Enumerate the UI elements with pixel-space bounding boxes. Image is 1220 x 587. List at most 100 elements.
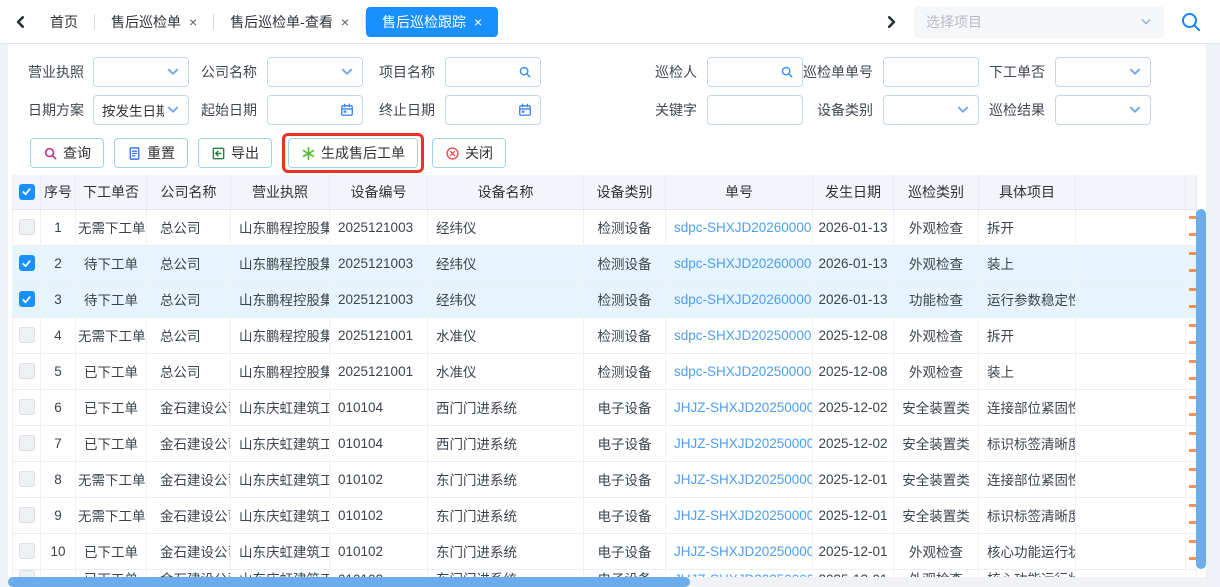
- cell-order-no[interactable]: sdpc-SHXJD20250000003: [666, 353, 813, 389]
- export-button[interactable]: 导出: [198, 138, 272, 168]
- cell-item: 核心功能运行状态: [979, 533, 1076, 569]
- filter-row: 日期方案按发生日期起始日期终止日期关键字设备类别巡检结果: [28, 95, 1206, 125]
- cell-device-category: 电子设备: [584, 497, 666, 533]
- cell-blank: [1076, 317, 1186, 353]
- row-checkbox[interactable]: [19, 291, 35, 307]
- row-checkbox[interactable]: [19, 507, 35, 523]
- start-date-input[interactable]: [267, 95, 363, 125]
- search-icon[interactable]: [518, 65, 532, 79]
- table-row[interactable]: 7已下工单金石建设公司山东庆虹建筑工程有010104西门门进系统电子设备JHJZ…: [13, 425, 1197, 461]
- cell-order-no[interactable]: JHJZ-SHXJD20250000003: [666, 425, 813, 461]
- company-name-select[interactable]: [267, 57, 363, 87]
- cell-order-no[interactable]: JHJZ-SHXJD20250000002: [666, 461, 813, 497]
- table-row[interactable]: 2待下工单总公司山东鹏程控股集团有2025121003经纬仪检测设备sdpc-S…: [13, 245, 1197, 281]
- tab-close-icon[interactable]: ×: [189, 15, 197, 29]
- keyword-label: 关键字: [541, 100, 707, 120]
- cell-device-category: 检测设备: [584, 209, 666, 245]
- filter-group-keyword: 关键字: [541, 95, 803, 125]
- tab-after-sales-inspection-order[interactable]: 售后巡检单×: [95, 7, 213, 37]
- chevron-down-icon: [1128, 103, 1142, 117]
- tab-after-sales-inspection-tracking[interactable]: 售后巡检跟踪×: [366, 7, 498, 37]
- reset-button[interactable]: 重置: [114, 138, 188, 168]
- table-row[interactable]: 4无需下工单总公司山东鹏程控股集团有2025121001水准仪检测设备sdpc-…: [13, 317, 1197, 353]
- table-row[interactable]: 6已下工单金石建设公司山东庆虹建筑工程有010104西门门进系统电子设备JHJZ…: [13, 389, 1197, 425]
- cell-order-no[interactable]: JHJZ-SHXJD20250000002: [666, 497, 813, 533]
- cell-device-category: 电子设备: [584, 389, 666, 425]
- row-checkbox-cell: [13, 281, 41, 317]
- project-name-input[interactable]: [445, 57, 541, 87]
- chevron-right-icon[interactable]: [878, 9, 904, 35]
- work-order-flag-label: 下工单否: [979, 62, 1055, 82]
- business-license-label: 营业执照: [28, 62, 93, 82]
- query-button[interactable]: 查询: [30, 138, 104, 168]
- vertical-scrollbar[interactable]: [1196, 209, 1206, 569]
- cell-order-no[interactable]: sdpc-SHXJD20260000001: [666, 245, 813, 281]
- cell-order-no[interactable]: JHJZ-SHXJD20250000003: [666, 389, 813, 425]
- device-category-select[interactable]: [883, 95, 979, 125]
- end-date-input[interactable]: [445, 95, 541, 125]
- cell-device-category: 检测设备: [584, 353, 666, 389]
- close-button[interactable]: 关闭: [432, 138, 506, 168]
- select-all-checkbox[interactable]: [19, 184, 35, 200]
- calendar-icon[interactable]: [340, 103, 354, 117]
- cell-date: 2025-12-08: [813, 353, 894, 389]
- inspection-result-select[interactable]: [1055, 95, 1151, 125]
- clipped-orange-text-fragment: [1189, 540, 1196, 560]
- keyword-input[interactable]: [707, 95, 803, 125]
- row-checkbox[interactable]: [19, 435, 35, 451]
- cell-date: 2025-12-08: [813, 317, 894, 353]
- cell-date: 2025-12-01: [813, 533, 894, 569]
- horizontal-scrollbar-track[interactable]: [8, 577, 1206, 587]
- table-row[interactable]: 1无需下工单总公司山东鹏程控股集团有2025121003经纬仪检测设备sdpc-…: [13, 209, 1197, 245]
- cell-company: 金石建设公司: [147, 461, 231, 497]
- row-checkbox[interactable]: [19, 219, 35, 235]
- tab-close-icon[interactable]: ×: [341, 15, 349, 29]
- tab-after-sales-inspection-order-view[interactable]: 售后巡检单-查看×: [214, 7, 365, 37]
- chevron-down-icon: [166, 103, 180, 117]
- inspection-order-no-input[interactable]: [883, 57, 979, 87]
- cell-device-category: 检测设备: [584, 281, 666, 317]
- column-header-device-name: 设备名称: [428, 175, 584, 209]
- search-icon[interactable]: [780, 65, 794, 79]
- cell-company: 金石建设公司: [147, 389, 231, 425]
- tab-close-icon[interactable]: ×: [474, 15, 482, 29]
- chevron-left-icon[interactable]: [8, 9, 34, 35]
- table-row[interactable]: 9无需下工单金石建设公司山东庆虹建筑工程有010102东门门进系统电子设备JHJ…: [13, 497, 1197, 533]
- inspector-input[interactable]: [707, 57, 803, 87]
- cell-clipped-result: [1186, 245, 1197, 281]
- row-checkbox[interactable]: [19, 471, 35, 487]
- row-checkbox[interactable]: [19, 255, 35, 271]
- table-header-row: 序号下工单否公司名称营业执照设备编号设备名称设备类别单号发生日期巡检类别具体项目: [13, 175, 1197, 209]
- work-order-flag-select[interactable]: [1055, 57, 1151, 87]
- cell-order-no[interactable]: sdpc-SHXJD20260000001: [666, 281, 813, 317]
- table-row[interactable]: 10已下工单金石建设公司山东庆虹建筑工程有010102东门门进系统电子设备JHJ…: [13, 533, 1197, 569]
- generate-after-sales-order-button[interactable]: 生成售后工单: [288, 138, 418, 168]
- filter-group-inspection-order-no: 巡检单单号: [803, 57, 979, 87]
- cell-company: 金石建设公司: [147, 533, 231, 569]
- table-row[interactable]: 3待下工单总公司山东鹏程控股集团有2025121003经纬仪检测设备sdpc-S…: [13, 281, 1197, 317]
- row-checkbox[interactable]: [19, 327, 35, 343]
- cell-order-no[interactable]: JHJZ-SHXJD20250000002: [666, 533, 813, 569]
- cell-work-order-flag: 无需下工单: [76, 497, 147, 533]
- horizontal-scrollbar-thumb[interactable]: [8, 577, 690, 587]
- filter-group-business-license: 营业执照: [28, 57, 189, 87]
- table-row[interactable]: 8无需下工单金石建设公司山东庆虹建筑工程有010102东门门进系统电子设备JHJ…: [13, 461, 1197, 497]
- cell-inspection-category: 安全装置类: [894, 497, 979, 533]
- row-checkbox[interactable]: [19, 399, 35, 415]
- business-license-select[interactable]: [93, 57, 189, 87]
- cell-work-order-flag: 待下工单: [76, 245, 147, 281]
- table-row[interactable]: 5已下工单总公司山东鹏程控股集团有2025121001水准仪检测设备sdpc-S…: [13, 353, 1197, 389]
- row-checkbox[interactable]: [19, 543, 35, 559]
- date-scheme-select[interactable]: 按发生日期: [93, 95, 189, 125]
- calendar-icon[interactable]: [518, 103, 532, 117]
- project-select[interactable]: 选择项目: [914, 6, 1164, 38]
- cell-order-no[interactable]: sdpc-SHXJD20260000001: [666, 209, 813, 245]
- tab-home[interactable]: 首页: [34, 7, 94, 37]
- filter-group-end-date: 终止日期: [363, 95, 541, 125]
- global-search-icon[interactable]: [1180, 11, 1202, 33]
- cell-device-name: 东门门进系统: [428, 461, 584, 497]
- cell-license: 山东鹏程控股集团有: [231, 245, 330, 281]
- cell-device-name: 经纬仪: [428, 281, 584, 317]
- cell-order-no[interactable]: sdpc-SHXJD20250000003: [666, 317, 813, 353]
- row-checkbox[interactable]: [19, 363, 35, 379]
